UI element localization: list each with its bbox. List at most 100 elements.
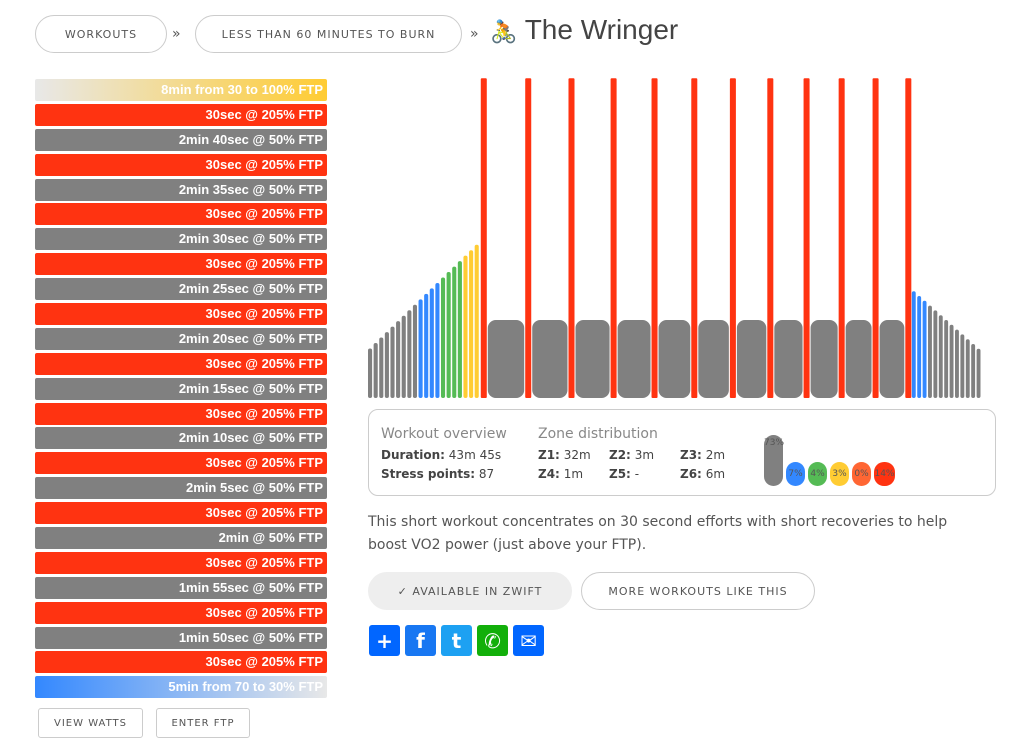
ramp-bar: [976, 348, 981, 398]
zone-z4: Z4: 1m: [538, 467, 584, 481]
ramp-bar: [911, 291, 916, 398]
recovery-bar: [774, 320, 803, 398]
recovery-bar: [617, 320, 651, 398]
ramp-bar: [384, 332, 389, 398]
recovery-bar: [532, 320, 568, 398]
interval-bar: [767, 78, 774, 398]
zone-heading: Zone distribution: [538, 426, 658, 442]
segment-item: 30sec @ 205% FTP: [35, 452, 327, 475]
segment-item: 2min 15sec @ 50% FTP: [35, 377, 327, 400]
recovery-bar: [487, 320, 525, 398]
zone-z6: Z6: 6m: [680, 467, 726, 481]
zone-z2: Z2: 3m: [609, 448, 655, 462]
ramp-bar: [452, 266, 457, 398]
interval-bar: [525, 78, 532, 398]
interval-bar: [691, 78, 698, 398]
ramp-bar: [373, 343, 378, 398]
interval-bar: [803, 78, 810, 398]
segment-item: 1min 50sec @ 50% FTP: [35, 626, 327, 649]
overview-panel: Workout overview Duration: 43m 45s Stres…: [368, 409, 996, 496]
interval-bar: [480, 78, 487, 398]
segment-item: 30sec @ 205% FTP: [35, 203, 327, 226]
ramp-bar: [424, 293, 429, 398]
ramp-bar: [944, 320, 949, 398]
segment-item: 30sec @ 205% FTP: [35, 502, 327, 525]
ramp-bar: [368, 348, 373, 398]
ramp-bar: [474, 244, 479, 398]
breadcrumb-workouts[interactable]: WORKOUTS: [35, 15, 167, 53]
segment-item: 2min 5sec @ 50% FTP: [35, 477, 327, 500]
ramp-bar: [928, 305, 932, 398]
available-in-zwift-button[interactable]: ✓ AVAILABLE IN ZWIFT: [368, 572, 572, 610]
email-icon[interactable]: ✉: [513, 625, 544, 656]
segment-item: 30sec @ 205% FTP: [35, 153, 327, 176]
ramp-bar: [390, 326, 395, 398]
segment-item: 30sec @ 205% FTP: [35, 651, 327, 674]
zone-bar: 3%: [830, 462, 849, 486]
recovery-bar: [575, 320, 610, 398]
zone-z5: Z5: -: [609, 467, 640, 481]
interval-bar: [905, 78, 912, 398]
interval-bar: [651, 78, 658, 398]
workout-profile-chart: [368, 78, 981, 398]
zone-bar: 0%: [852, 462, 871, 486]
segment-item: 30sec @ 205% FTP: [35, 303, 327, 326]
segment-item: 2min 30sec @ 50% FTP: [35, 228, 327, 251]
duration: Duration: 43m 45s: [381, 448, 502, 462]
zone-z3: Z3: 2m: [680, 448, 726, 462]
more-workouts-button[interactable]: MORE WORKOUTS LIKE THIS: [581, 572, 815, 610]
ramp-bar: [407, 310, 412, 398]
zone-z1: Z1: 32m: [538, 448, 591, 462]
overview-heading: Workout overview: [381, 426, 507, 442]
stress-points: Stress points: 87: [381, 467, 495, 481]
ramp-bar: [960, 334, 965, 398]
ramp-bar: [949, 324, 954, 398]
enter-ftp-button[interactable]: ENTER FTP: [156, 708, 250, 738]
ramp-bar: [955, 329, 959, 398]
facebook-icon[interactable]: f: [405, 625, 436, 656]
segment-item: 30sec @ 205% FTP: [35, 601, 327, 624]
ramp-bar: [401, 315, 406, 398]
recovery-bar: [658, 320, 691, 398]
breadcrumb-separator: »: [172, 26, 181, 42]
segment-item: 2min 20sec @ 50% FTP: [35, 327, 327, 350]
segment-item: 30sec @ 205% FTP: [35, 103, 327, 126]
twitter-icon[interactable]: t: [441, 625, 472, 656]
page-title: 🚴 The Wringer: [490, 14, 678, 46]
interval-bar: [568, 78, 575, 398]
segment-item: 5min from 70 to 30% FTP: [35, 676, 327, 699]
workout-description: This short workout concentrates on 30 se…: [368, 514, 948, 553]
recovery-bar: [698, 320, 729, 398]
interval-bar: [838, 78, 845, 398]
segment-item: 2min 10sec @ 50% FTP: [35, 427, 327, 450]
breadcrumb-category[interactable]: LESS THAN 60 MINUTES TO BURN: [195, 15, 462, 53]
ramp-bar: [922, 300, 927, 398]
view-watts-button[interactable]: VIEW WATTS: [38, 708, 143, 738]
segment-list: 8min from 30 to 100% FTP 30sec @ 205% FTP…: [35, 79, 327, 701]
zone-bar: 7%: [786, 462, 805, 486]
recovery-bar: [810, 320, 838, 398]
interval-bar: [872, 78, 879, 398]
ramp-bar: [965, 339, 970, 398]
recovery-bar: [845, 320, 872, 398]
ramp-bar: [463, 255, 468, 398]
ramp-bar: [440, 277, 446, 398]
title-text: The Wringer: [524, 14, 679, 45]
ramp-bar: [971, 344, 976, 398]
segment-item: 30sec @ 205% FTP: [35, 352, 327, 375]
plus-icon[interactable]: +: [369, 625, 400, 656]
ramp-bar: [379, 337, 384, 398]
zone-bar: 73%: [764, 434, 784, 486]
segment-item: 2min @ 50% FTP: [35, 527, 327, 550]
ramp-bar: [435, 282, 440, 398]
interval-bar: [729, 78, 736, 398]
ramp-bar: [457, 261, 462, 398]
segment-item: 2min 40sec @ 50% FTP: [35, 128, 327, 151]
segment-item: 8min from 30 to 100% FTP: [35, 79, 327, 101]
ramp-bar: [938, 315, 943, 398]
whatsapp-icon[interactable]: ✆: [477, 625, 508, 656]
zone-bar: 4%: [808, 462, 827, 486]
cyclist-icon: 🚴: [490, 19, 518, 44]
ramp-bar: [396, 321, 401, 398]
ramp-bar: [418, 299, 423, 398]
